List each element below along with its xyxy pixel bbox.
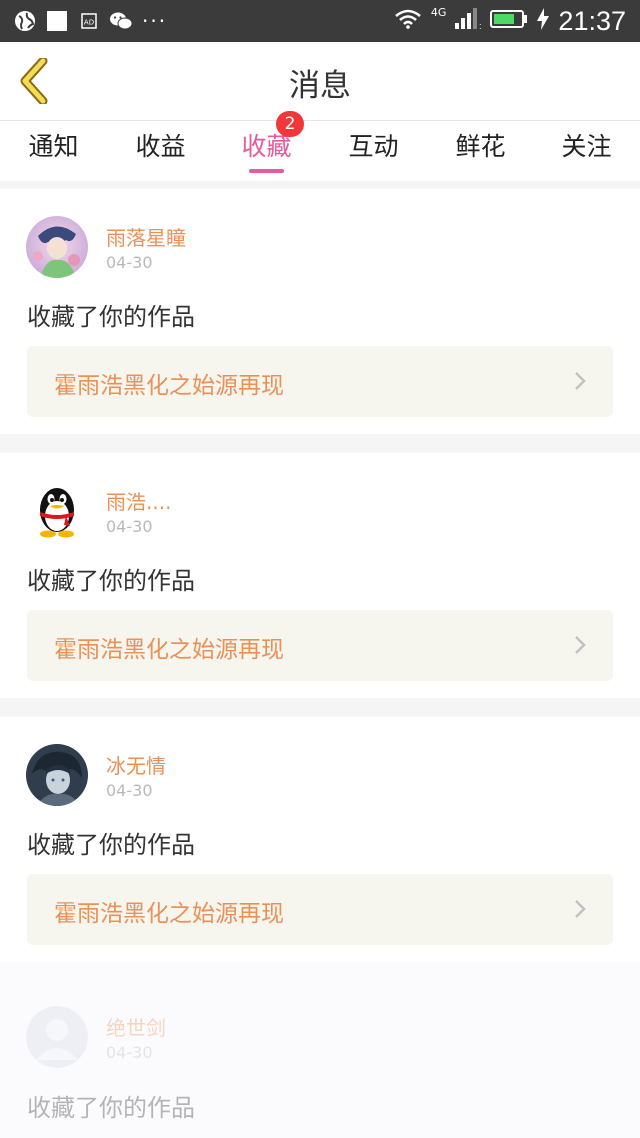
tab-earnings[interactable]: 收益 [107,121,214,181]
message-action: 收藏了你的作品 [27,1094,195,1122]
message-date: 04-30 [106,253,153,272]
charging-icon [537,8,550,34]
svg-text:AD: AD [84,19,94,27]
tab-bar: 通知 收益 收藏 2 互动 鲜花 关注 [0,111,640,181]
tab-label: 收益 [135,132,186,161]
tab-notifications[interactable]: 通知 [0,121,107,181]
avatar[interactable] [26,744,88,806]
username[interactable]: 雨落星瞳 [106,222,186,251]
avatar[interactable] [26,1006,88,1068]
message-card: 冰无情 04-30 收藏了你的作品 霍雨浩黑化之始源再现 [0,717,640,962]
tab-label: 关注 [561,132,612,161]
unread-badge: 2 [276,111,304,137]
ad-icon: AD [78,10,100,32]
work-title: 霍雨浩黑化之始源再现 [54,901,284,927]
username[interactable]: 雨浩.... [106,486,171,515]
tab-label: 通知 [28,132,79,161]
message-action: 收藏了你的作品 [27,567,195,595]
username[interactable]: 冰无情 [106,750,166,779]
chevron-right-icon [575,636,586,654]
message-action: 收藏了你的作品 [27,831,195,859]
faded-content: 绝世剑 04-30 收藏了你的作品 [0,962,640,1138]
chevron-right-icon [575,900,586,918]
work-link[interactable]: 霍雨浩黑化之始源再现 [27,874,613,945]
qq-penguin-icon [26,480,88,542]
message-action: 收藏了你的作品 [27,303,195,331]
signal-icon: 1 [455,8,484,34]
network-type: 4G [430,5,447,19]
svg-text:1: 1 [479,23,481,30]
default-avatar-icon [26,1006,88,1068]
battery-icon [490,10,528,32]
work-title: 霍雨浩黑化之始源再现 [54,637,284,663]
username[interactable]: 绝世剑 [106,1012,166,1041]
message-date: 04-30 [106,517,153,536]
message-card: 绝世剑 04-30 收藏了你的作品 [0,962,640,1138]
message-date: 04-30 [106,1043,153,1062]
work-title: 霍雨浩黑化之始源再现 [54,373,284,399]
tab-favorites[interactable]: 收藏 2 [213,111,320,181]
avatar[interactable] [26,216,88,278]
wechat-icon [110,10,132,32]
message-date: 04-30 [106,781,153,800]
avatar[interactable] [26,480,88,542]
chevron-right-icon [575,372,586,390]
wifi-icon [394,9,422,33]
status-bar: AD ··· 4G 1 21:37 [0,0,640,42]
app-header: 消息 [0,42,640,121]
overflow-indicator: ··· [142,9,168,33]
tab-flowers[interactable]: 鲜花 [427,121,534,181]
message-card: 雨浩.... 04-30 收藏了你的作品 霍雨浩黑化之始源再现 [0,453,640,698]
clock: 21:37 [558,5,626,36]
tab-interactions[interactable]: 互动 [320,121,427,181]
tab-label: 互动 [348,132,399,161]
square-icon [46,10,68,32]
tab-label: 鲜花 [455,132,506,161]
active-tab-indicator [249,169,284,173]
globe-icon [14,10,36,32]
page-title: 消息 [289,68,351,104]
message-card: 雨落星瞳 04-30 收藏了你的作品 霍雨浩黑化之始源再现 [0,189,640,434]
work-link[interactable]: 霍雨浩黑化之始源再现 [27,610,613,681]
work-link[interactable]: 霍雨浩黑化之始源再现 [27,346,613,417]
tab-follow[interactable]: 关注 [533,121,640,181]
